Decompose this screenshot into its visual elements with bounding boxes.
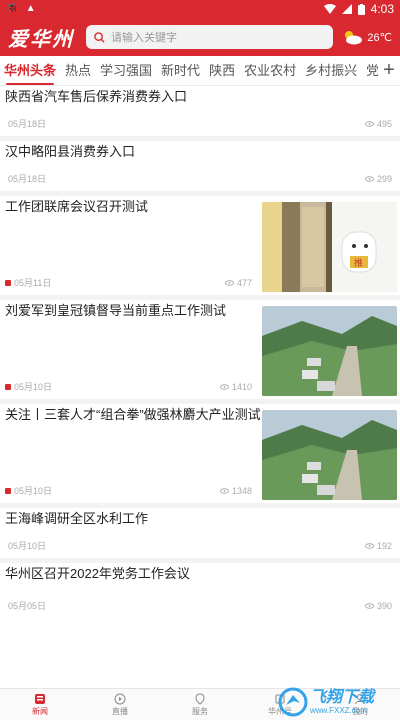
- view-count: 192: [364, 540, 392, 551]
- nav-live[interactable]: 直播: [80, 689, 160, 720]
- news-item[interactable]: 汉中略阳县消费券入口 05月18日 299: [0, 141, 400, 196]
- news-list: 陕西省汽车售后保养消费券入口 05月18日 495 汉中略阳县消费券入口 05月…: [0, 86, 400, 618]
- eye-icon: [364, 175, 374, 182]
- news-item[interactable]: 刘爱军到皇冠镇督导当前重点工作测试 05月10日 1410: [0, 300, 400, 404]
- tab-shaanxi[interactable]: 陕西: [209, 56, 244, 85]
- bug-icon: 🐞: [6, 2, 20, 15]
- view-count-value: 1348: [231, 485, 252, 496]
- eye-icon: [364, 602, 374, 609]
- weather-temp: 26℃: [367, 31, 392, 44]
- news-meta: 05月10日 192: [5, 539, 392, 552]
- add-tab-button[interactable]: +: [378, 56, 400, 85]
- nav-huazhou-account[interactable]: 华州号: [240, 689, 320, 720]
- view-count: 1410: [219, 381, 252, 392]
- play-icon: [114, 693, 126, 704]
- signal-icon: [341, 4, 352, 14]
- news-item[interactable]: 陕西省汽车售后保养消费券入口 05月18日 495: [0, 86, 400, 141]
- tab-rural-revitalization[interactable]: 乡村振兴: [305, 56, 366, 85]
- view-count: 390: [364, 600, 392, 611]
- news-item[interactable]: 关注丨三套人才“组合拳”做强林麝大产业测试 05月10日 1348: [0, 404, 400, 508]
- flag-icon: [5, 279, 11, 286]
- tab-agriculture[interactable]: 农业农村: [244, 56, 305, 85]
- account-icon: [275, 694, 285, 703]
- news-date: 05月10日: [8, 541, 47, 551]
- search-icon: [94, 31, 105, 43]
- service-icon: [195, 692, 205, 705]
- news-meta: 05月18日 299: [5, 172, 392, 185]
- nav-label: 我的: [352, 706, 368, 716]
- app-header: 爱华州 请输入关键字 26℃: [0, 18, 400, 56]
- clock: 4:03: [370, 2, 394, 16]
- news-date: 05月10日: [14, 486, 53, 496]
- flag-icon: [5, 383, 11, 390]
- news-date: 05月18日: [8, 119, 47, 129]
- view-count: 477: [224, 277, 252, 288]
- view-count-value: 1410: [231, 381, 252, 392]
- category-tabs: 华州头条 热点 学习强国 新时代 陕西 农业农村 乡村振兴 党的二十大 +: [0, 56, 400, 86]
- eye-icon: [219, 383, 229, 390]
- nav-mine[interactable]: 我的: [320, 689, 400, 720]
- nav-label: 直播: [112, 706, 128, 716]
- news-date: 05月18日: [8, 174, 47, 184]
- news-thumbnail[interactable]: [262, 410, 397, 500]
- tab-new-era[interactable]: 新时代: [161, 56, 209, 85]
- eye-icon: [364, 542, 374, 549]
- view-count-value: 299: [376, 173, 392, 184]
- news-date: 05月05日: [8, 601, 47, 611]
- nav-label: 服务: [192, 706, 208, 716]
- eye-icon: [224, 279, 234, 286]
- news-meta: 05月10日 1410: [5, 380, 252, 393]
- news-meta: 05月18日 495: [5, 117, 392, 130]
- tab-study[interactable]: 学习强国: [100, 56, 161, 85]
- news-meta: 05月10日 1348: [5, 484, 252, 497]
- tab-huazhou-headlines[interactable]: 华州头条: [4, 56, 65, 85]
- view-count-value: 495: [376, 118, 392, 129]
- news-item[interactable]: 王海峰调研全区水利工作 05月10日 192: [0, 508, 400, 563]
- news-item[interactable]: 工作团联席会议召开测试 05月11日 477 推: [0, 196, 400, 300]
- wifi-icon: [323, 4, 336, 14]
- search-bar[interactable]: 请输入关键字: [86, 25, 334, 49]
- news-icon: [35, 693, 45, 704]
- nav-label: 华州号: [268, 706, 292, 716]
- sign-text: 推: [354, 257, 363, 269]
- bottom-nav: 新闻 直播 服务 华州号 我的: [0, 688, 400, 720]
- view-count-value: 477: [236, 277, 252, 288]
- app-logo[interactable]: 爱华州: [8, 23, 78, 52]
- news-title: 陕西省汽车售后保养消费券入口: [5, 89, 188, 104]
- news-thumbnail[interactable]: 推: [262, 202, 397, 292]
- user-icon: [355, 693, 365, 704]
- news-date: 05月10日: [14, 382, 53, 392]
- eye-icon: [219, 487, 229, 494]
- view-count-value: 192: [376, 540, 392, 551]
- news-title: 王海峰调研全区水利工作: [5, 511, 149, 526]
- news-title: 汉中略阳县消费券入口: [5, 144, 136, 159]
- news-meta: 05月05日 390: [5, 599, 392, 612]
- font-icon: ▲: [25, 3, 36, 14]
- news-thumbnail[interactable]: [262, 306, 397, 396]
- view-count: 299: [364, 173, 392, 184]
- nav-service[interactable]: 服务: [160, 689, 240, 720]
- nav-news[interactable]: 新闻: [0, 689, 80, 720]
- eye-icon: [364, 120, 374, 127]
- news-item[interactable]: 华州区召开2022年党务工作会议 05月05日 390: [0, 563, 400, 618]
- news-date: 05月11日: [14, 278, 52, 288]
- weather-widget[interactable]: 26℃: [341, 29, 392, 45]
- search-placeholder: 请输入关键字: [111, 32, 177, 44]
- news-meta: 05月11日 477: [5, 276, 252, 289]
- news-title: 华州区召开2022年党务工作会议: [5, 566, 190, 581]
- nav-label: 新闻: [32, 706, 48, 716]
- view-count: 495: [364, 118, 392, 129]
- status-bar: 🐞 ▲ 4:03: [0, 0, 400, 18]
- partly-cloudy-icon: [345, 31, 363, 45]
- view-count: 1348: [219, 485, 252, 496]
- flag-icon: [5, 487, 11, 494]
- view-count-value: 390: [376, 600, 392, 611]
- battery-icon: [357, 3, 365, 15]
- tab-hot[interactable]: 热点: [65, 56, 100, 85]
